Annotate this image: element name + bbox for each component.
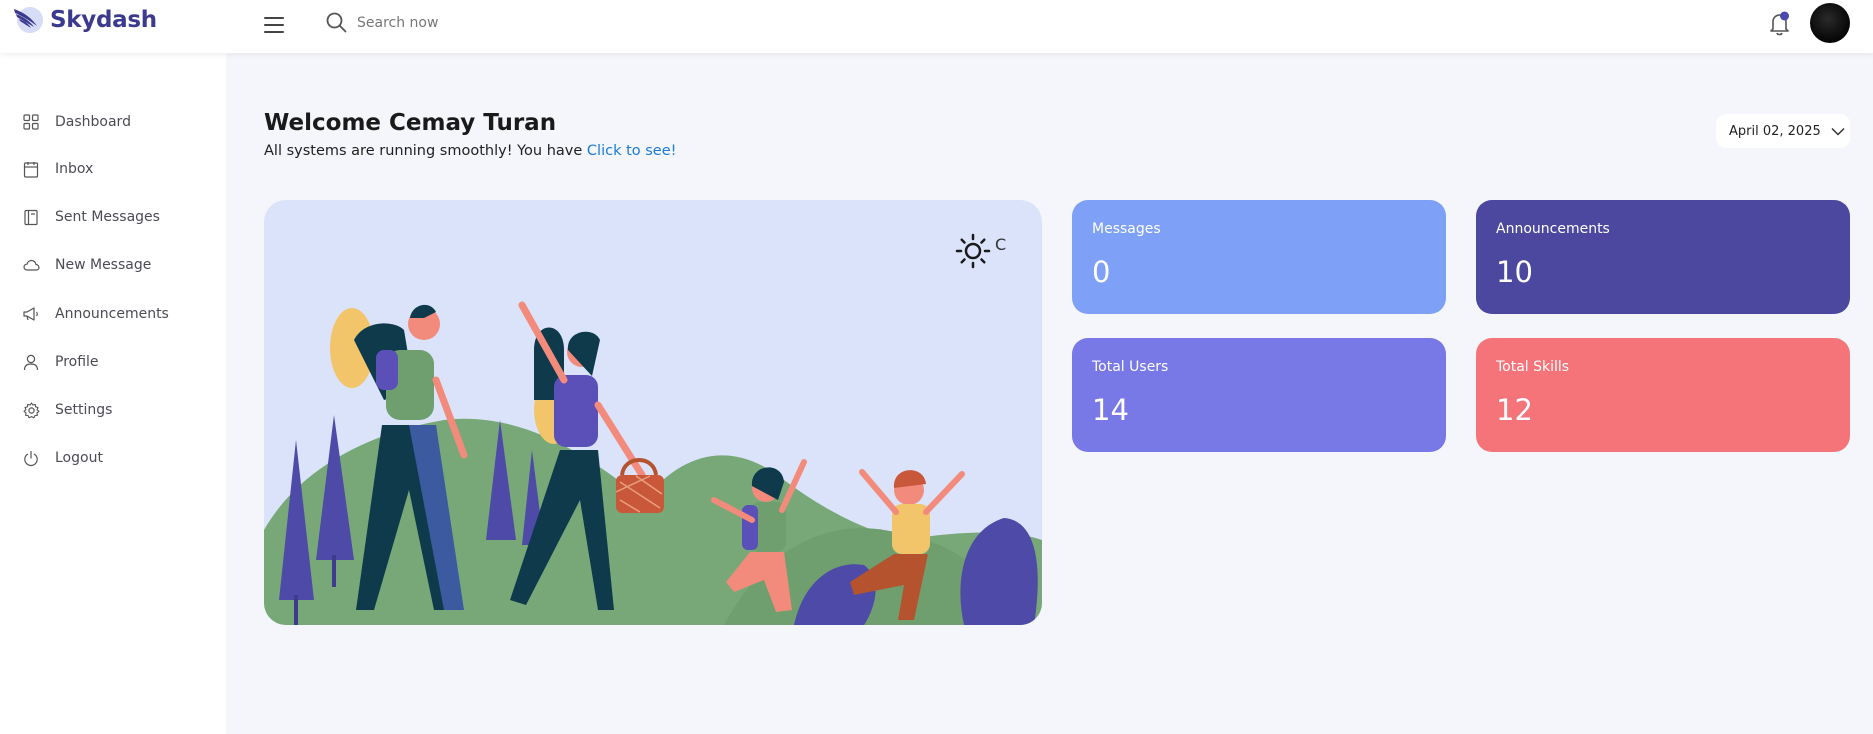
sun-icon bbox=[955, 233, 991, 269]
card-value: 10 bbox=[1496, 255, 1533, 289]
sidebar-item-label: Settings bbox=[55, 402, 113, 418]
cloud-icon bbox=[22, 256, 40, 274]
sidebar-item-label: Sent Messages bbox=[55, 209, 160, 225]
top-bar: Skydash bbox=[0, 0, 1873, 53]
card-value: 14 bbox=[1092, 393, 1129, 427]
sidebar-item-profile[interactable]: Profile bbox=[0, 342, 226, 382]
click-to-see-link[interactable]: Click to see! bbox=[587, 143, 677, 159]
gear-icon bbox=[22, 401, 40, 419]
sidebar-item-label: New Message bbox=[55, 257, 152, 273]
hero-illustration bbox=[264, 200, 1042, 625]
sidebar-item-label: Announcements bbox=[55, 306, 169, 322]
bird-logo-icon bbox=[14, 7, 43, 33]
sidebar-item-settings[interactable]: Settings bbox=[0, 390, 226, 430]
sidebar-item-label: Profile bbox=[55, 354, 99, 370]
menu-toggle-icon[interactable] bbox=[264, 17, 284, 33]
announcements-card[interactable]: Announcements 10 bbox=[1476, 200, 1850, 314]
notifications-bell-icon[interactable] bbox=[1767, 10, 1793, 38]
card-title: Total Users bbox=[1092, 359, 1169, 375]
megaphone-icon bbox=[22, 305, 40, 323]
sidebar-item-label: Dashboard bbox=[55, 114, 131, 130]
page-title: Welcome Cemay Turan bbox=[264, 110, 557, 136]
welcome-subtitle: All systems are running smoothly! You ha… bbox=[264, 143, 676, 159]
calendar-icon bbox=[22, 160, 40, 178]
chevron-down-icon bbox=[1831, 127, 1845, 136]
sidebar-item-logout[interactable]: Logout bbox=[0, 438, 226, 478]
user-icon bbox=[22, 353, 40, 371]
temperature-unit: C bbox=[995, 235, 1007, 254]
book-icon bbox=[22, 208, 40, 226]
sidebar: Dashboard Inbox Sent Messages New Messag… bbox=[0, 53, 226, 734]
search-icon[interactable] bbox=[326, 12, 347, 33]
search-input[interactable] bbox=[357, 14, 657, 31]
sidebar-item-inbox[interactable]: Inbox bbox=[0, 149, 226, 189]
brand-logo[interactable]: Skydash bbox=[12, 4, 157, 36]
card-title: Messages bbox=[1092, 221, 1161, 237]
sidebar-item-label: Inbox bbox=[55, 161, 94, 177]
date-picker-button[interactable]: April 02, 2025 bbox=[1716, 114, 1850, 148]
sidebar-item-dashboard[interactable]: Dashboard bbox=[0, 102, 226, 142]
subtitle-text: All systems are running smoothly! You ha… bbox=[264, 143, 587, 159]
grid-icon bbox=[22, 113, 40, 131]
sidebar-item-label: Logout bbox=[55, 450, 103, 466]
search-bar bbox=[326, 12, 657, 33]
total-skills-card[interactable]: Total Skills 12 bbox=[1476, 338, 1850, 452]
hiking-family-illustration bbox=[264, 301, 1042, 625]
sidebar-item-sent-messages[interactable]: Sent Messages bbox=[0, 197, 226, 237]
user-avatar[interactable] bbox=[1810, 3, 1850, 43]
card-value: 12 bbox=[1496, 393, 1533, 427]
card-value: 0 bbox=[1092, 255, 1111, 289]
sidebar-item-announcements[interactable]: Announcements bbox=[0, 294, 226, 334]
total-users-card[interactable]: Total Users 14 bbox=[1072, 338, 1446, 452]
weather-widget: C bbox=[955, 233, 1006, 269]
card-title: Announcements bbox=[1496, 221, 1610, 237]
card-title: Total Skills bbox=[1496, 359, 1570, 375]
sidebar-item-new-message[interactable]: New Message bbox=[0, 245, 226, 285]
date-label: April 02, 2025 bbox=[1729, 123, 1821, 139]
messages-card[interactable]: Messages 0 bbox=[1072, 200, 1446, 314]
power-icon bbox=[22, 449, 40, 467]
brand-name: Skydash bbox=[50, 7, 157, 33]
